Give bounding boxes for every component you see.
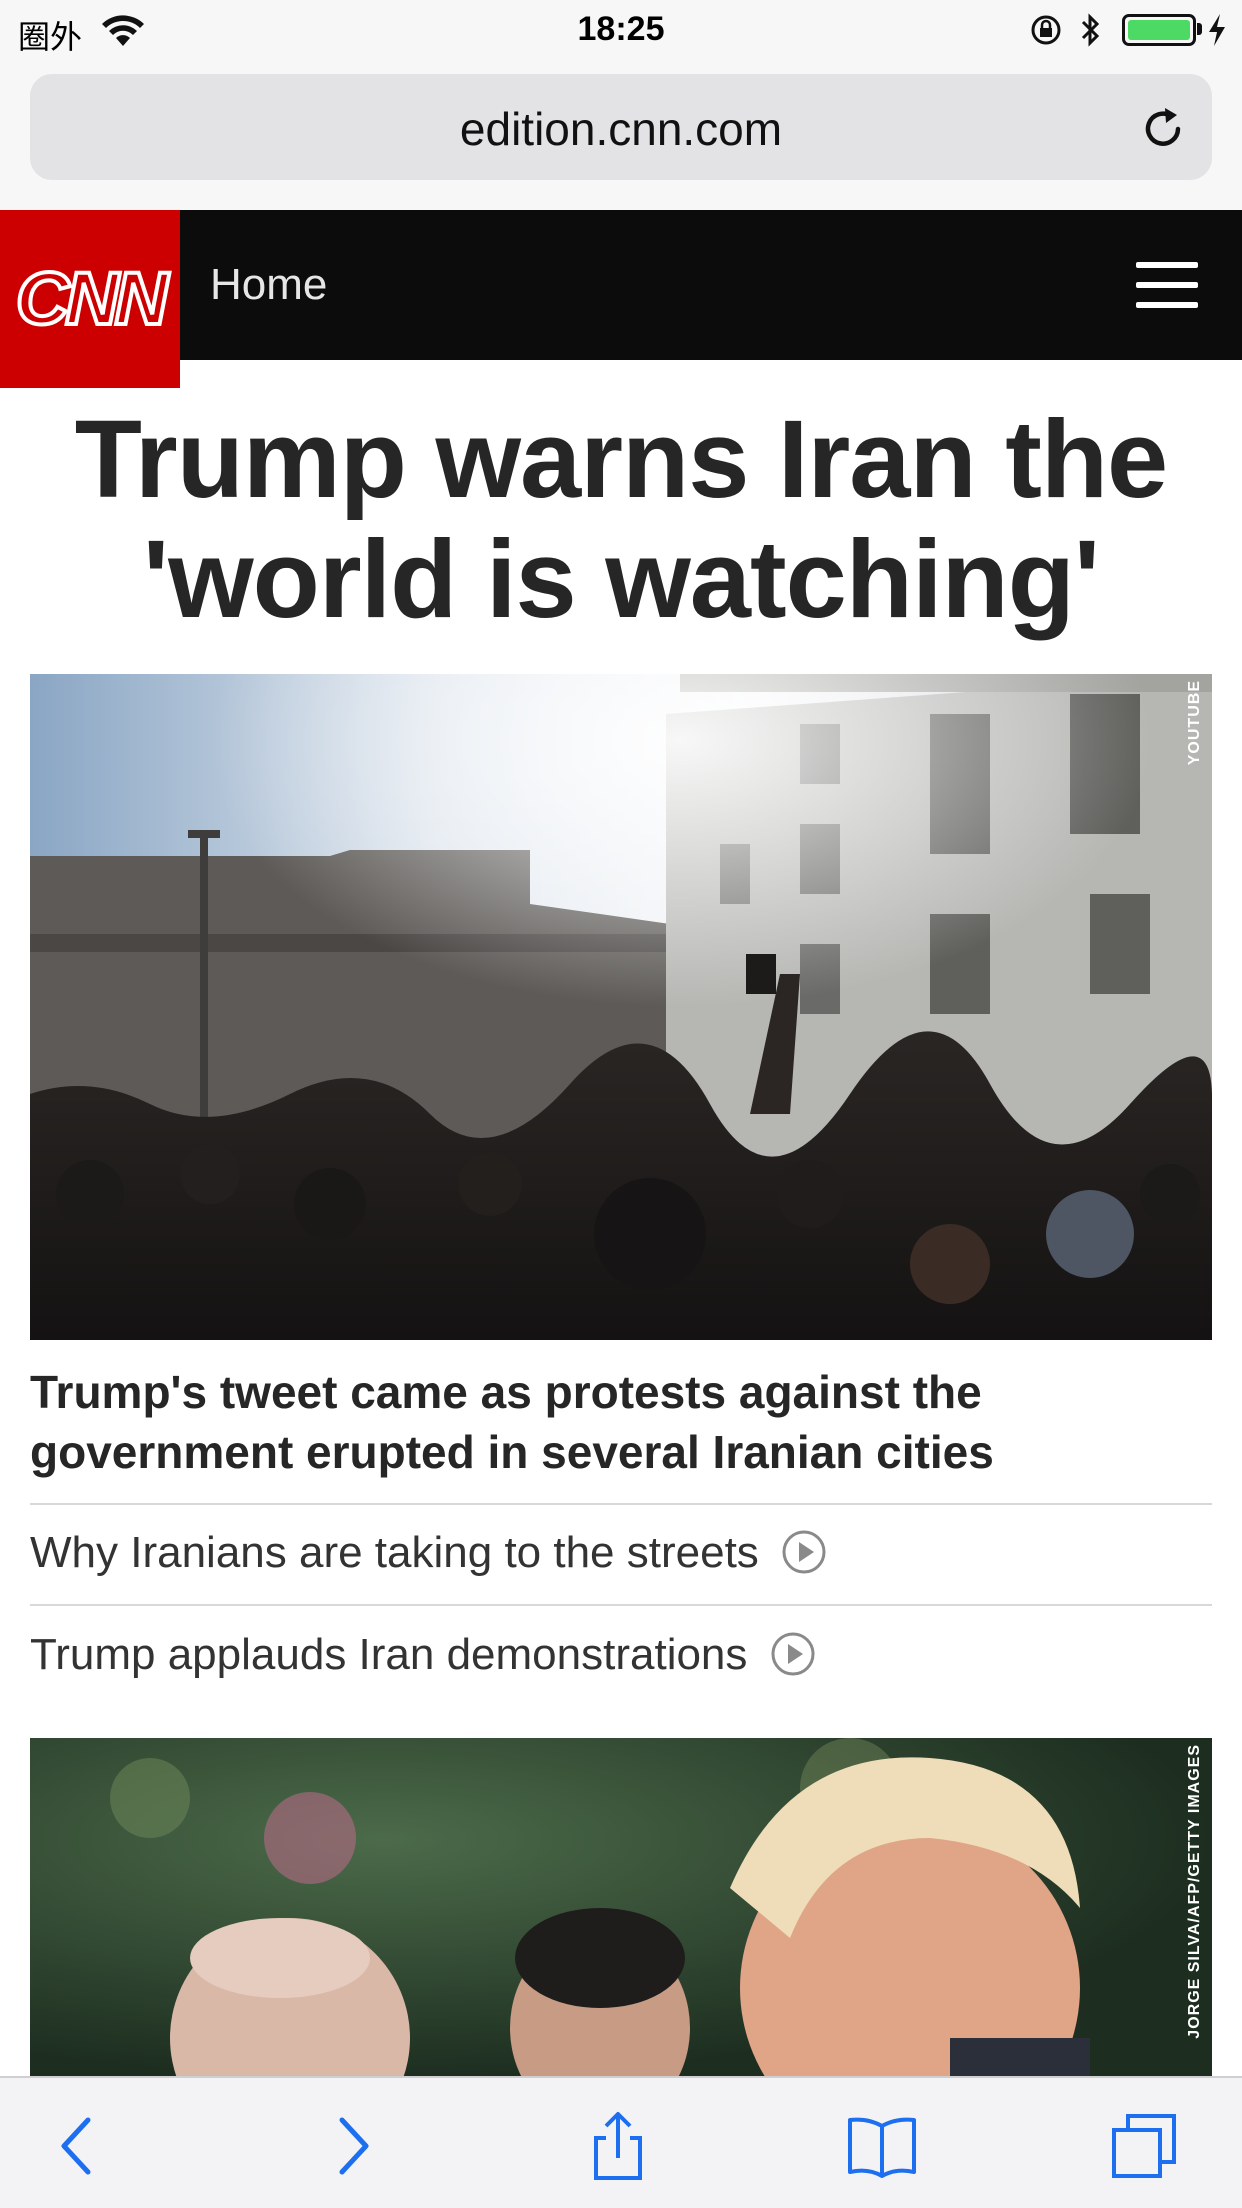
- image-credit: JORGE SILVA/AFP/GETTY IMAGES: [1186, 1744, 1203, 2039]
- bluetooth-icon: [1081, 13, 1100, 47]
- play-icon: [782, 1530, 826, 1574]
- next-story-photo: [30, 1738, 1212, 2078]
- reload-icon[interactable]: [1138, 104, 1188, 154]
- battery-tip: [1197, 23, 1202, 35]
- hamburger-icon[interactable]: [1136, 262, 1198, 308]
- orientation-lock-icon: [1031, 15, 1061, 45]
- battery-icon: [1122, 14, 1196, 46]
- charging-icon: [1209, 14, 1225, 46]
- address-bar[interactable]: edition.cnn.com: [30, 74, 1212, 180]
- forward-icon[interactable]: [316, 2110, 388, 2182]
- bookmarks-icon[interactable]: [846, 2110, 918, 2182]
- protest-photo: [30, 674, 1212, 1340]
- url-text[interactable]: edition.cnn.com: [30, 102, 1212, 156]
- related-link-title: Why Iranians are taking to the streets: [30, 1528, 759, 1577]
- browser-address-area: edition.cnn.com: [0, 60, 1242, 210]
- site-header: CNN Home: [0, 210, 1242, 388]
- cnn-logo-text: CNN: [14, 255, 170, 342]
- article-headline[interactable]: Trump warns Iran the 'world is watching': [30, 400, 1212, 640]
- battery-level: [1128, 20, 1190, 40]
- divider: [30, 1503, 1212, 1505]
- related-link[interactable]: Trump applauds Iran demonstrations: [30, 1630, 816, 1680]
- related-link-title: Trump applauds Iran demonstrations: [30, 1630, 748, 1679]
- back-icon[interactable]: [42, 2110, 114, 2182]
- section-title[interactable]: Home: [210, 260, 327, 310]
- article-hero-image[interactable]: YOUTUBE: [30, 674, 1212, 1340]
- related-link[interactable]: Why Iranians are taking to the streets: [30, 1528, 827, 1578]
- tabs-icon[interactable]: [1108, 2110, 1180, 2182]
- status-bar: 圈外 18:25: [0, 0, 1242, 60]
- play-icon: [771, 1632, 815, 1676]
- image-credit: YOUTUBE: [1186, 680, 1203, 766]
- divider: [30, 1604, 1212, 1606]
- cnn-logo[interactable]: CNN: [0, 210, 180, 388]
- article-subheadline[interactable]: Trump's tweet came as protests against t…: [30, 1362, 1212, 1482]
- next-story-image[interactable]: JORGE SILVA/AFP/GETTY IMAGES: [30, 1738, 1212, 2078]
- browser-toolbar: [0, 2076, 1242, 2208]
- share-icon[interactable]: [582, 2110, 654, 2182]
